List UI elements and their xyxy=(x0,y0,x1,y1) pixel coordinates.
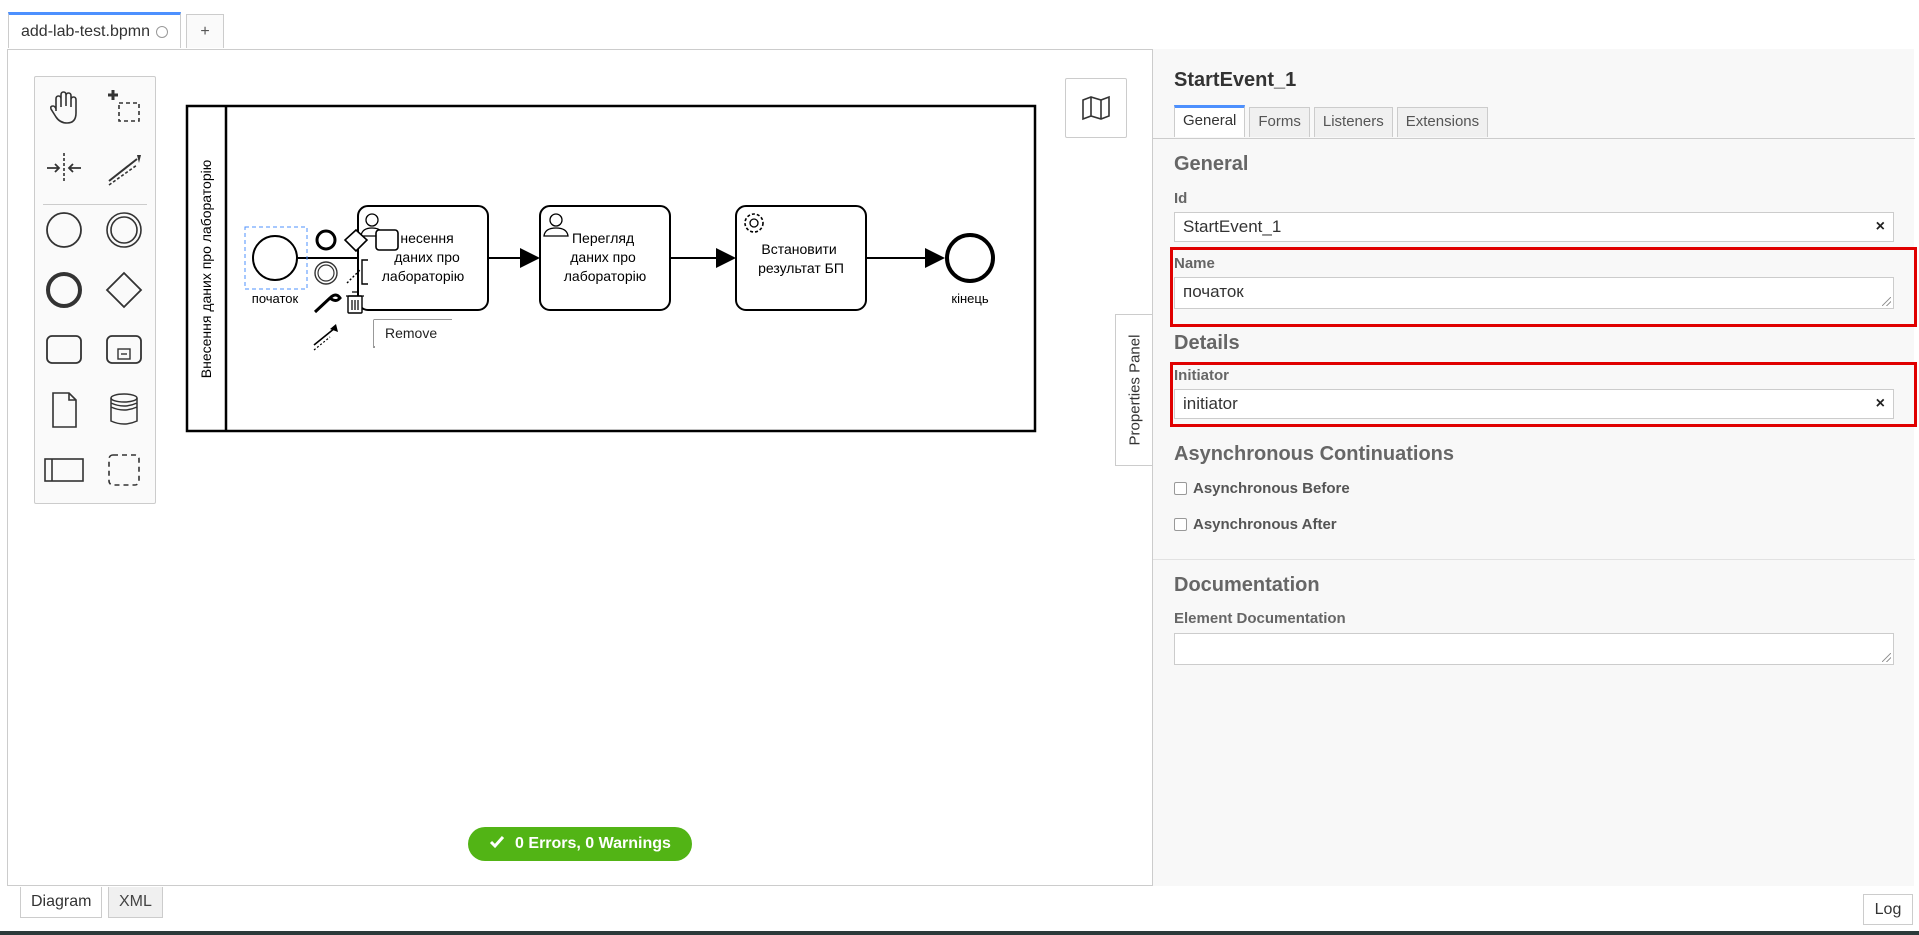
tabs-divider xyxy=(1153,138,1915,139)
id-field[interactable]: StartEvent_1 × xyxy=(1174,212,1894,242)
append-task-icon[interactable] xyxy=(375,229,399,251)
tab-diagram[interactable]: Diagram xyxy=(20,887,103,918)
details-heading: Details xyxy=(1174,332,1240,354)
tab-listeners[interactable]: Listeners xyxy=(1313,107,1393,137)
properties-panel-toggle-label: Properties Panel xyxy=(1126,334,1143,446)
validation-status-text: 0 Errors, 0 Warnings xyxy=(515,835,671,852)
pool-label: Внесення даних про лабораторію xyxy=(198,160,214,378)
async-before-row[interactable]: Asynchronous Before xyxy=(1174,480,1350,497)
check-icon xyxy=(489,835,505,854)
properties-panel-toggle[interactable]: Properties Panel xyxy=(1115,314,1153,466)
bpmn-diagram: Внесення даних про лабораторію початок н… xyxy=(185,104,1037,433)
element-documentation-label: Element Documentation xyxy=(1174,610,1346,627)
minimap-toggle-button[interactable] xyxy=(1065,78,1127,138)
panel-tabs: General Forms Listeners Extensions xyxy=(1174,105,1489,139)
clear-id-icon[interactable]: × xyxy=(1876,213,1885,241)
end-event[interactable] xyxy=(945,233,995,283)
async-after-row[interactable]: Asynchronous After xyxy=(1174,516,1337,533)
remove-tooltip-text: Remove xyxy=(385,325,437,341)
tab-forms[interactable]: Forms xyxy=(1249,107,1310,137)
documentation-heading: Documentation xyxy=(1174,574,1320,596)
bottom-strip xyxy=(0,931,1919,935)
resize-grip-icon[interactable] xyxy=(1882,653,1891,662)
id-label: Id xyxy=(1174,190,1188,207)
validation-status[interactable]: 0 Errors, 0 Warnings xyxy=(468,827,692,861)
map-icon xyxy=(1082,95,1110,121)
tab-extensions[interactable]: Extensions xyxy=(1396,107,1489,137)
panel-title: StartEvent_1 xyxy=(1174,69,1297,91)
append-end-event-icon[interactable] xyxy=(315,229,337,251)
task-3[interactable] xyxy=(735,205,867,311)
properties-panel: StartEvent_1 General Forms Listeners Ext… xyxy=(1152,49,1917,886)
id-value: StartEvent_1 xyxy=(1183,217,1282,236)
tab-xml[interactable]: XML xyxy=(108,887,163,918)
log-button[interactable]: Log xyxy=(1863,894,1913,925)
async-after-label: Asynchronous After xyxy=(1193,516,1337,533)
diagram-canvas[interactable]: Внесення даних про лабораторію початок н… xyxy=(0,0,1150,935)
async-before-label: Asynchronous Before xyxy=(1193,480,1350,497)
async-after-checkbox[interactable] xyxy=(1174,518,1187,531)
async-heading: Asynchronous Continuations xyxy=(1174,443,1454,465)
section-divider xyxy=(1153,559,1915,560)
element-documentation-field[interactable] xyxy=(1174,633,1894,665)
start-event-label: початок xyxy=(252,291,299,306)
async-before-checkbox[interactable] xyxy=(1174,482,1187,495)
general-heading: General xyxy=(1174,153,1249,175)
tab-general[interactable]: General xyxy=(1174,105,1246,137)
name-highlight-box xyxy=(1170,247,1917,327)
task-2-label: Перегляд даних про лабораторію xyxy=(564,230,646,284)
initiator-highlight-box xyxy=(1170,362,1917,427)
start-event[interactable] xyxy=(252,235,298,281)
end-event-label: кінець xyxy=(951,291,988,306)
